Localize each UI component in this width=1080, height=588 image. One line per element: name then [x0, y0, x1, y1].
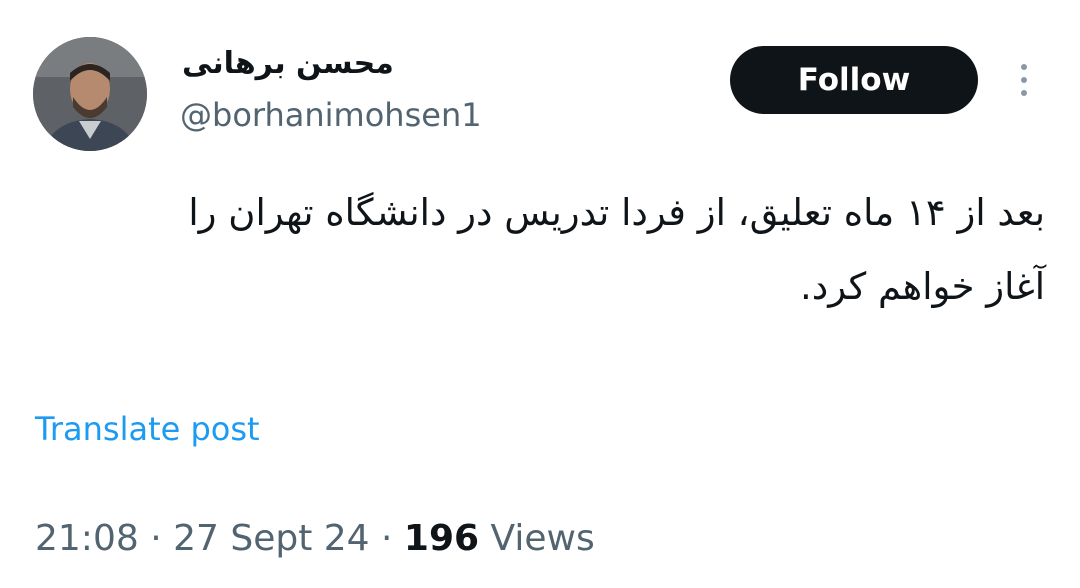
more-vertical-icon — [1021, 77, 1027, 83]
author-display-name[interactable]: محسن برهانی — [182, 46, 394, 81]
more-vertical-icon — [1021, 90, 1027, 96]
post-text: بعد از ۱۴ ماه تعلیق، از فردا تدریس در دا… — [188, 191, 1045, 308]
avatar[interactable] — [33, 37, 147, 151]
post-meta: 21:08 · 27 Sept 24 · 196 Views — [35, 518, 595, 559]
avatar-photo — [33, 37, 147, 151]
more-vertical-icon — [1021, 64, 1027, 70]
meta-separator: · — [369, 518, 404, 559]
author-handle[interactable]: @borhanimohsen1 — [180, 96, 482, 134]
post-date[interactable]: 27 Sept 24 — [173, 518, 369, 559]
meta-separator: · — [138, 518, 174, 559]
translate-post-link[interactable]: Translate post — [35, 410, 260, 448]
views-count: 196 — [403, 518, 480, 559]
views-label: Views — [479, 518, 595, 559]
follow-button[interactable]: Follow — [730, 46, 978, 114]
post-time[interactable]: 21:08 — [35, 518, 139, 559]
post-detail: محسن برهانی @borhanimohsen1 Follow بعد ا… — [0, 0, 1080, 588]
more-options-button[interactable] — [1008, 58, 1040, 102]
